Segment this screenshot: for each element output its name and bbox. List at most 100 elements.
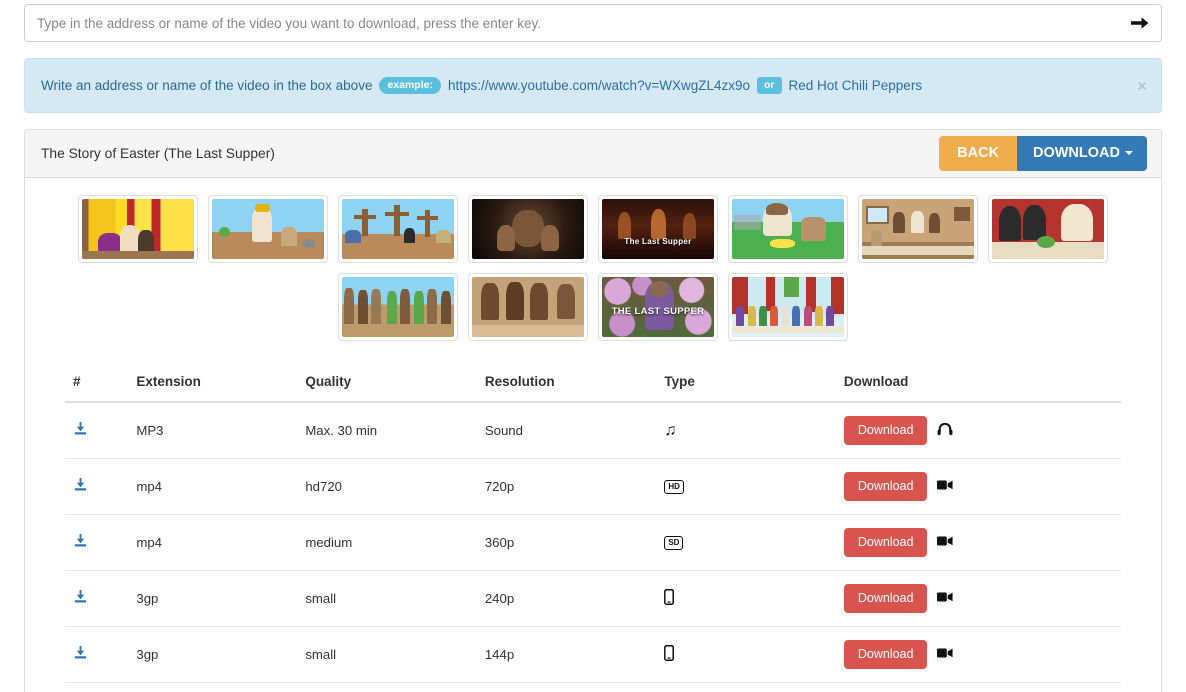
column-header-download: Download [835, 366, 1121, 403]
cell-type: SD [656, 514, 836, 571]
thumbnail-item[interactable] [338, 195, 458, 263]
download-tray-icon [74, 477, 87, 491]
thumbnail-image [472, 277, 584, 337]
alert-close-button[interactable]: × [1137, 77, 1147, 94]
cell-download: Download [835, 402, 1121, 459]
download-dropdown-label: DOWNLOAD [1033, 144, 1120, 161]
column-header-type: Type [656, 366, 836, 403]
row-download-button[interactable]: Download [843, 472, 928, 501]
download-cell-inner: Download [843, 528, 1113, 557]
page-root: Write an address or name of the video in… [0, 4, 1186, 692]
row-download-button[interactable]: Download [843, 584, 928, 613]
row-download-icon-cell[interactable] [65, 458, 129, 515]
thumbnail-item[interactable] [78, 195, 198, 263]
thumbnail-item[interactable] [858, 195, 978, 263]
row-download-icon-cell[interactable] [65, 682, 129, 692]
sd-badge-icon: SD [664, 536, 684, 551]
thumbnail-image [732, 277, 844, 337]
thumbnail-image [862, 199, 974, 259]
result-panel-header: The Story of Easter (The Last Supper) BA… [25, 130, 1161, 178]
row-download-icon-cell[interactable] [65, 514, 129, 571]
row-download-icon-cell[interactable] [65, 402, 129, 459]
cell-resolution: Sound [476, 402, 657, 459]
table-header-row: # Extension Quality Resolution Type Down… [65, 366, 1121, 403]
download-cell-inner: Download [843, 584, 1113, 613]
download-tray-icon-button[interactable] [73, 533, 88, 552]
table-body: MP3 Max. 30 min Sound ♫ Download mp4 hd720 720p… [65, 402, 1121, 692]
thumbnail-caption: THE LAST SUPPER [611, 305, 705, 317]
row-download-icon-cell[interactable] [65, 626, 129, 683]
thumbnail-image: The Last Supper [602, 199, 714, 259]
row-download-button[interactable]: Download [843, 416, 928, 445]
cell-extension: MP3 [128, 402, 298, 459]
thumbnail-strip: The Last Supper THE LAST SUPPER [25, 178, 1161, 352]
alert-content: Write an address or name of the video in… [41, 77, 922, 94]
download-cell-inner: Download [843, 640, 1113, 669]
thumbnail-image: THE LAST SUPPER [602, 277, 714, 337]
thumbnail-image [992, 199, 1104, 259]
cell-quality: small [297, 626, 477, 683]
thumbnail-item[interactable] [468, 273, 588, 341]
thumbnail-image [472, 199, 584, 259]
download-tray-icon [74, 589, 87, 603]
row-download-button[interactable]: Download [843, 528, 928, 557]
row-download-icon-cell[interactable] [65, 570, 129, 627]
cell-resolution: 360p [476, 514, 657, 571]
cell-extension: m4a [128, 682, 298, 692]
table-header: # Extension Quality Resolution Type Down… [65, 366, 1121, 403]
example-name-link[interactable]: Red Hot Chili Peppers [789, 78, 923, 93]
cell-type: ♪ [656, 682, 836, 692]
mobile-phone-icon [664, 645, 675, 661]
thumbnail-item[interactable] [208, 195, 328, 263]
download-tray-icon-button[interactable] [73, 589, 88, 608]
cell-resolution: 720p [476, 458, 657, 515]
or-badge: or [757, 77, 782, 94]
hd-badge-icon: HD [664, 480, 684, 495]
cell-extension: 3gp [128, 570, 298, 627]
thumbnail-item[interactable]: THE LAST SUPPER [598, 273, 718, 341]
table-row: 3gp small 240p Download [65, 570, 1121, 627]
cell-quality: medium [297, 514, 477, 571]
video-camera-icon [937, 592, 954, 602]
cell-download: Download [835, 458, 1121, 515]
thumbnail-image [342, 199, 454, 259]
table-row: mp4 medium 360p SD Download [65, 514, 1121, 571]
column-header-resolution: Resolution [476, 366, 657, 403]
download-cell-inner: Download [843, 472, 1113, 501]
download-tray-icon-button[interactable] [73, 421, 88, 440]
back-button[interactable]: BACK [939, 135, 1017, 172]
video-camera-icon [937, 647, 954, 662]
row-download-button[interactable]: Download [843, 640, 928, 669]
mobile-phone-icon [664, 589, 675, 605]
table-row: MP3 Max. 30 min Sound ♫ Download [65, 402, 1121, 459]
thumbnail-item[interactable] [728, 195, 848, 263]
thumbnail-item[interactable] [728, 273, 848, 341]
thumbnail-item[interactable] [988, 195, 1108, 263]
download-tray-icon-button[interactable] [73, 645, 88, 664]
cell-resolution: 128abr [476, 682, 657, 692]
thumbnail-item[interactable] [468, 195, 588, 263]
download-cell-inner: Download [843, 416, 1113, 445]
caret-down-icon [1125, 150, 1133, 155]
download-dropdown-button[interactable]: DOWNLOAD [1017, 135, 1147, 172]
thumbnail-caption: The Last Supper [624, 237, 692, 247]
headphones-icon [938, 422, 953, 436]
formats-table: # Extension Quality Resolution Type Down… [65, 366, 1121, 692]
thumbnail-item[interactable]: The Last Supper [598, 195, 718, 263]
cell-type: ♫ [656, 402, 836, 459]
table-row: 3gp small 144p Download [65, 626, 1121, 683]
search-input[interactable] [24, 4, 1162, 42]
cell-download: Download [835, 626, 1121, 683]
search-bar [24, 4, 1162, 42]
result-panel: The Story of Easter (The Last Supper) BA… [24, 129, 1162, 692]
search-submit-button[interactable] [1119, 5, 1161, 41]
thumbnail-item[interactable] [338, 273, 458, 341]
download-tray-icon-button[interactable] [73, 477, 88, 496]
cell-download: Download [835, 514, 1121, 571]
example-badge: example: [379, 77, 441, 94]
cell-download: Download [835, 570, 1121, 627]
thumbnail-image [732, 199, 844, 259]
cell-quality: adaptive [297, 682, 477, 692]
example-url-link[interactable]: https://www.youtube.com/watch?v=WXwgZL4z… [448, 78, 750, 93]
table-row: m4aadaptive128abr♪Download [65, 682, 1121, 692]
